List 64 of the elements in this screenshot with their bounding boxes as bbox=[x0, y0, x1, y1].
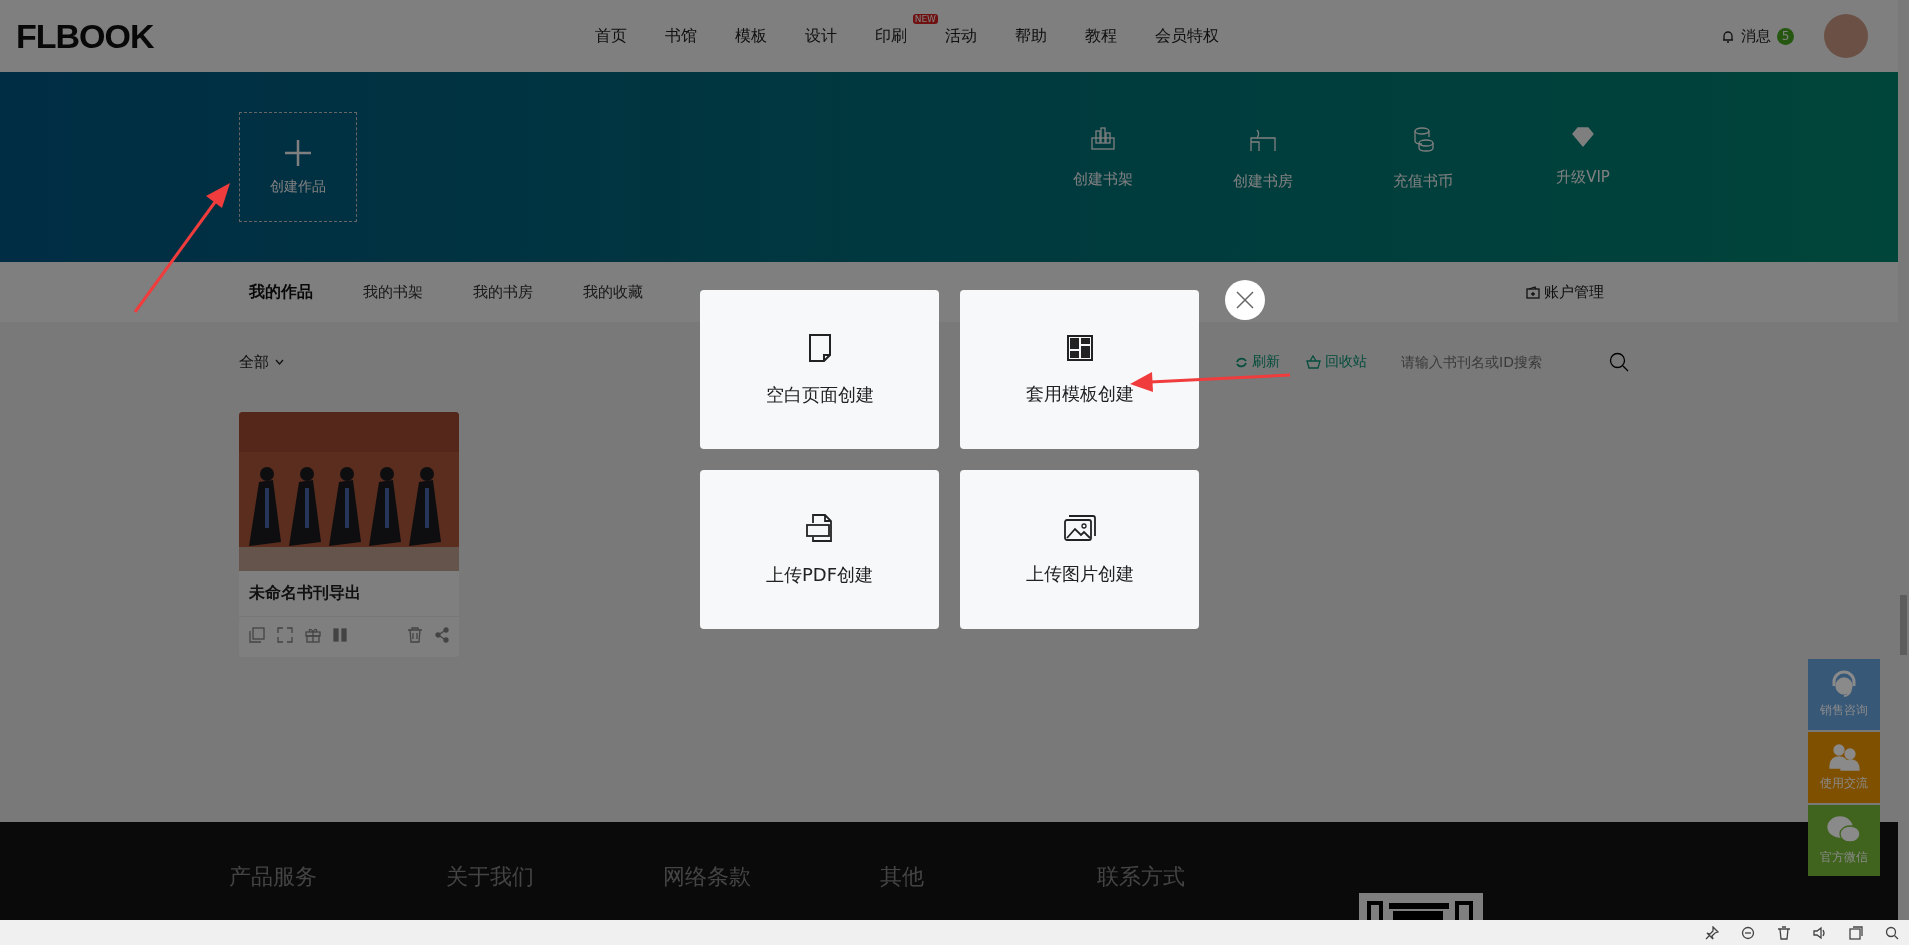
banner-action[interactable]: 创建书房 bbox=[1183, 126, 1343, 191]
pin-icon bbox=[1705, 925, 1719, 940]
account-button[interactable]: 账户管理 bbox=[1526, 282, 1604, 302]
work-title: 未命名书刊导出 bbox=[239, 571, 459, 617]
scrollbar-thumb[interactable] bbox=[1900, 595, 1907, 655]
nav-link[interactable]: 设计 bbox=[786, 25, 856, 47]
speaker-icon bbox=[1813, 925, 1827, 940]
create-option[interactable]: 上传PDF创建 bbox=[700, 470, 939, 629]
filter-dropdown[interactable]: 全部 bbox=[239, 352, 284, 372]
banner-action[interactable]: 充值书币 bbox=[1343, 126, 1503, 191]
copy-icon bbox=[249, 627, 265, 643]
footer-heading: 关于我们 bbox=[446, 864, 534, 889]
work-card[interactable]: 未命名书刊导出 bbox=[239, 412, 459, 657]
nav-link[interactable]: 会员特权 bbox=[1136, 25, 1238, 47]
basket-icon bbox=[1306, 355, 1321, 369]
logo[interactable]: FLBOOK bbox=[16, 16, 576, 56]
pause-icon bbox=[333, 627, 347, 643]
convert-icon bbox=[277, 627, 293, 643]
plus-icon bbox=[283, 138, 313, 168]
footer-heading: 其他 bbox=[880, 864, 924, 889]
create-option[interactable]: 套用模板创建 bbox=[960, 290, 1199, 449]
search-icon bbox=[1609, 352, 1629, 372]
wallet-icon bbox=[1526, 285, 1540, 299]
new-badge: NEW bbox=[912, 13, 938, 24]
tab[interactable]: 我的作品 bbox=[249, 281, 313, 303]
avatar[interactable] bbox=[1824, 14, 1868, 58]
nav-link[interactable]: 模板 bbox=[716, 25, 786, 47]
bookshelf-icon bbox=[1090, 126, 1116, 150]
trash-icon bbox=[407, 627, 423, 643]
messages-link[interactable]: 消息 bbox=[1741, 26, 1771, 46]
search-icon bbox=[1885, 925, 1899, 940]
layout-icon bbox=[1065, 333, 1094, 362]
banner-action[interactable]: 创建书架 bbox=[1023, 126, 1183, 191]
bell-icon bbox=[1721, 29, 1735, 43]
tab[interactable]: 我的书架 bbox=[363, 282, 423, 302]
nav-link[interactable]: 教程 bbox=[1066, 25, 1136, 47]
chevron-down-icon bbox=[275, 359, 284, 365]
window-icon bbox=[1849, 925, 1863, 940]
share-icon bbox=[435, 627, 449, 643]
tab[interactable]: 我的书房 bbox=[473, 282, 533, 302]
create-work-button[interactable]: 创建作品 bbox=[239, 112, 357, 222]
trash-icon bbox=[1777, 925, 1791, 940]
footer-heading: 产品服务 bbox=[229, 864, 317, 889]
create-option[interactable]: 空白页面创建 bbox=[700, 290, 939, 449]
diamond-icon bbox=[1570, 126, 1596, 148]
chat-bubbles-icon bbox=[1826, 815, 1862, 845]
close-icon bbox=[1236, 291, 1254, 309]
people-icon bbox=[1828, 743, 1860, 771]
image-icon bbox=[1062, 513, 1097, 542]
blank-page-icon bbox=[807, 332, 832, 363]
create-option[interactable]: 上传图片创建 bbox=[960, 470, 1199, 629]
message-count: 5 bbox=[1777, 27, 1794, 45]
gift-icon bbox=[305, 627, 321, 643]
search-field[interactable]: 请输入书刊名或ID搜索 bbox=[1399, 353, 1579, 371]
nav-link[interactable]: 帮助 bbox=[996, 25, 1066, 47]
footer-heading: 联系方式 bbox=[1097, 864, 1185, 889]
qr-code-icon bbox=[1359, 893, 1483, 920]
banner-action[interactable]: 升级VIP bbox=[1503, 126, 1663, 191]
footer-heading: 网络条款 bbox=[663, 864, 751, 889]
nav-link[interactable]: 首页 bbox=[576, 25, 646, 47]
nav-link[interactable]: 书馆 bbox=[646, 25, 716, 47]
nav-link[interactable]: 活动 bbox=[926, 25, 996, 47]
tab[interactable]: 我的收藏 bbox=[583, 282, 643, 302]
coins-icon bbox=[1411, 126, 1435, 152]
